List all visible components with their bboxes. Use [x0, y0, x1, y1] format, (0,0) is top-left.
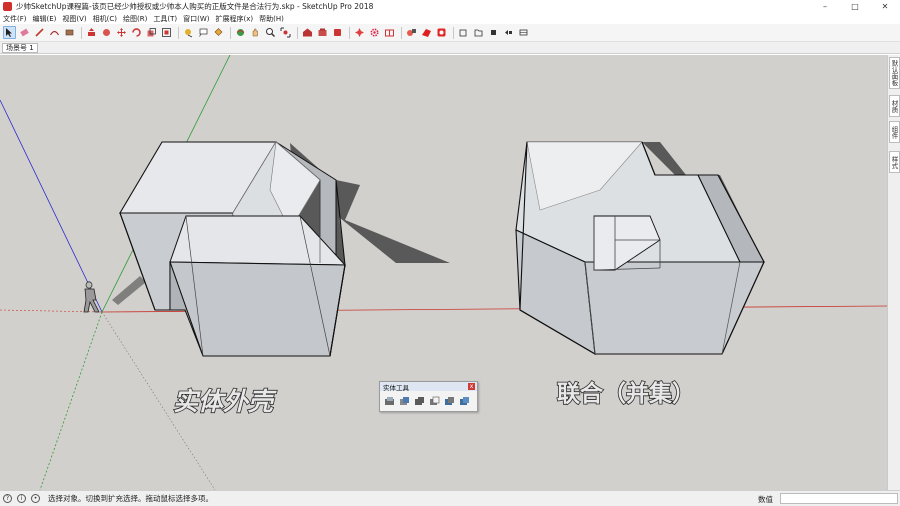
- toolbar-separator: [81, 26, 82, 39]
- rectangle-icon[interactable]: [63, 26, 76, 39]
- menu-camera[interactable]: 相机(C): [93, 14, 117, 24]
- top-view-icon[interactable]: [472, 26, 485, 39]
- tray-tab-default[interactable]: 默认面板: [889, 57, 900, 89]
- menu-window[interactable]: 窗口(W): [183, 14, 209, 24]
- toolbar-separator: [349, 26, 350, 39]
- status-message: 选择对象。切换到扩充选择。拖动鼠标选择多项。: [48, 494, 213, 503]
- select-tool-icon[interactable]: [3, 26, 16, 39]
- minimize-button[interactable]: –: [810, 0, 840, 13]
- menu-edit[interactable]: 编辑(E): [33, 14, 57, 24]
- extension-1-icon[interactable]: [405, 26, 418, 39]
- close-button[interactable]: ✕: [870, 0, 900, 13]
- layout-icon[interactable]: [353, 26, 366, 39]
- tray-tab-styles[interactable]: 样式: [889, 151, 900, 173]
- main-toolbar: [0, 24, 900, 42]
- default-tray: 默认面板 材质 组件 样式: [887, 55, 900, 490]
- menu-view[interactable]: 视图(V): [62, 14, 86, 24]
- extension-warehouse-icon[interactable]: [331, 26, 344, 39]
- help-icon[interactable]: ?: [3, 494, 12, 503]
- orbit-icon[interactable]: [234, 26, 247, 39]
- text-tool-icon[interactable]: [197, 26, 210, 39]
- rotate-icon[interactable]: [130, 26, 143, 39]
- front-view-icon[interactable]: [487, 26, 500, 39]
- tab-scene-1[interactable]: 场景号 1: [2, 43, 38, 53]
- pencil-icon[interactable]: [33, 26, 46, 39]
- offset-icon[interactable]: [160, 26, 173, 39]
- iso-view-icon[interactable]: [457, 26, 470, 39]
- info-icon[interactable]: i: [17, 494, 26, 503]
- model-viewport[interactable]: 实体外壳 联合（并集）: [0, 55, 887, 490]
- menu-bar: 文件(F) 编辑(E) 视图(V) 相机(C) 绘图(R) 工具(T) 窗口(W…: [0, 13, 900, 24]
- eraser-icon[interactable]: [18, 26, 31, 39]
- warehouse-icon[interactable]: [301, 26, 314, 39]
- menu-extensions[interactable]: 扩展程序(x): [215, 14, 253, 24]
- tray-tab-components[interactable]: 组件: [889, 121, 900, 143]
- move-icon[interactable]: [115, 26, 128, 39]
- model-canvas[interactable]: 实体外壳 联合（并集）: [0, 55, 887, 490]
- toolbar-separator: [453, 26, 454, 39]
- menu-help[interactable]: 帮助(H): [259, 14, 284, 24]
- measurements-label: 数值: [758, 495, 773, 504]
- solid-tools-row: [380, 391, 477, 407]
- solid-tools-panel[interactable]: 实体工具 x: [379, 381, 478, 412]
- follow-me-icon[interactable]: [100, 26, 113, 39]
- union-label: 联合（并集）: [557, 380, 695, 407]
- scene-tab-bar: 场景号 1: [0, 42, 900, 54]
- scale-icon[interactable]: [145, 26, 158, 39]
- sketchup-logo-icon: [3, 2, 12, 11]
- maximize-button[interactable]: □: [840, 0, 870, 13]
- menu-file[interactable]: 文件(F): [3, 14, 27, 24]
- union-icon[interactable]: [414, 396, 425, 407]
- toolbar-separator: [297, 26, 298, 39]
- paint-bucket-icon[interactable]: [212, 26, 225, 39]
- solid-tools-close-button[interactable]: x: [468, 383, 475, 390]
- tape-measure-icon[interactable]: [182, 26, 195, 39]
- trim-icon[interactable]: [444, 396, 455, 407]
- outer-shell-icon[interactable]: [384, 396, 395, 407]
- intersect-icon[interactable]: [399, 396, 410, 407]
- window-title: 少帅SketchUp课程篇-该页已经少帅授权或少帅本人购买的正版文件是合法行为.…: [16, 2, 374, 11]
- settings-gear-icon[interactable]: [368, 26, 381, 39]
- toolbar-separator: [178, 26, 179, 39]
- measurements-input[interactable]: [780, 493, 898, 504]
- toolbar-separator: [230, 26, 231, 39]
- subtract-icon[interactable]: [429, 396, 440, 407]
- arc-icon[interactable]: [48, 26, 61, 39]
- split-icon[interactable]: [459, 396, 470, 407]
- pan-icon[interactable]: [249, 26, 262, 39]
- outer-shell-label: 实体外壳: [173, 387, 277, 416]
- tray-tab-materials[interactable]: 材质: [889, 95, 900, 117]
- solid-tools-title: 实体工具: [383, 383, 409, 392]
- menu-draw[interactable]: 绘图(R): [123, 14, 147, 24]
- components-icon[interactable]: [383, 26, 396, 39]
- right-view-icon[interactable]: [502, 26, 515, 39]
- push-pull-icon[interactable]: [85, 26, 98, 39]
- window-controls: – □ ✕: [810, 0, 900, 13]
- zoom-extents-icon[interactable]: [279, 26, 292, 39]
- extension-2-icon[interactable]: [420, 26, 433, 39]
- zoom-icon[interactable]: [264, 26, 277, 39]
- solid-tools-header[interactable]: 实体工具 x: [380, 382, 477, 392]
- menu-tools[interactable]: 工具(T): [153, 14, 177, 24]
- status-bar: ? i • 选择对象。切换到扩充选择。拖动鼠标选择多项。 数值: [0, 490, 900, 506]
- toolbar-separator: [401, 26, 402, 39]
- user-icon[interactable]: •: [31, 494, 40, 503]
- back-view-icon[interactable]: [517, 26, 530, 39]
- title-bar: 少帅SketchUp课程篇-该页已经少帅授权或少帅本人购买的正版文件是合法行为.…: [0, 0, 900, 13]
- extension-3-icon[interactable]: [435, 26, 448, 39]
- share-model-icon[interactable]: [316, 26, 329, 39]
